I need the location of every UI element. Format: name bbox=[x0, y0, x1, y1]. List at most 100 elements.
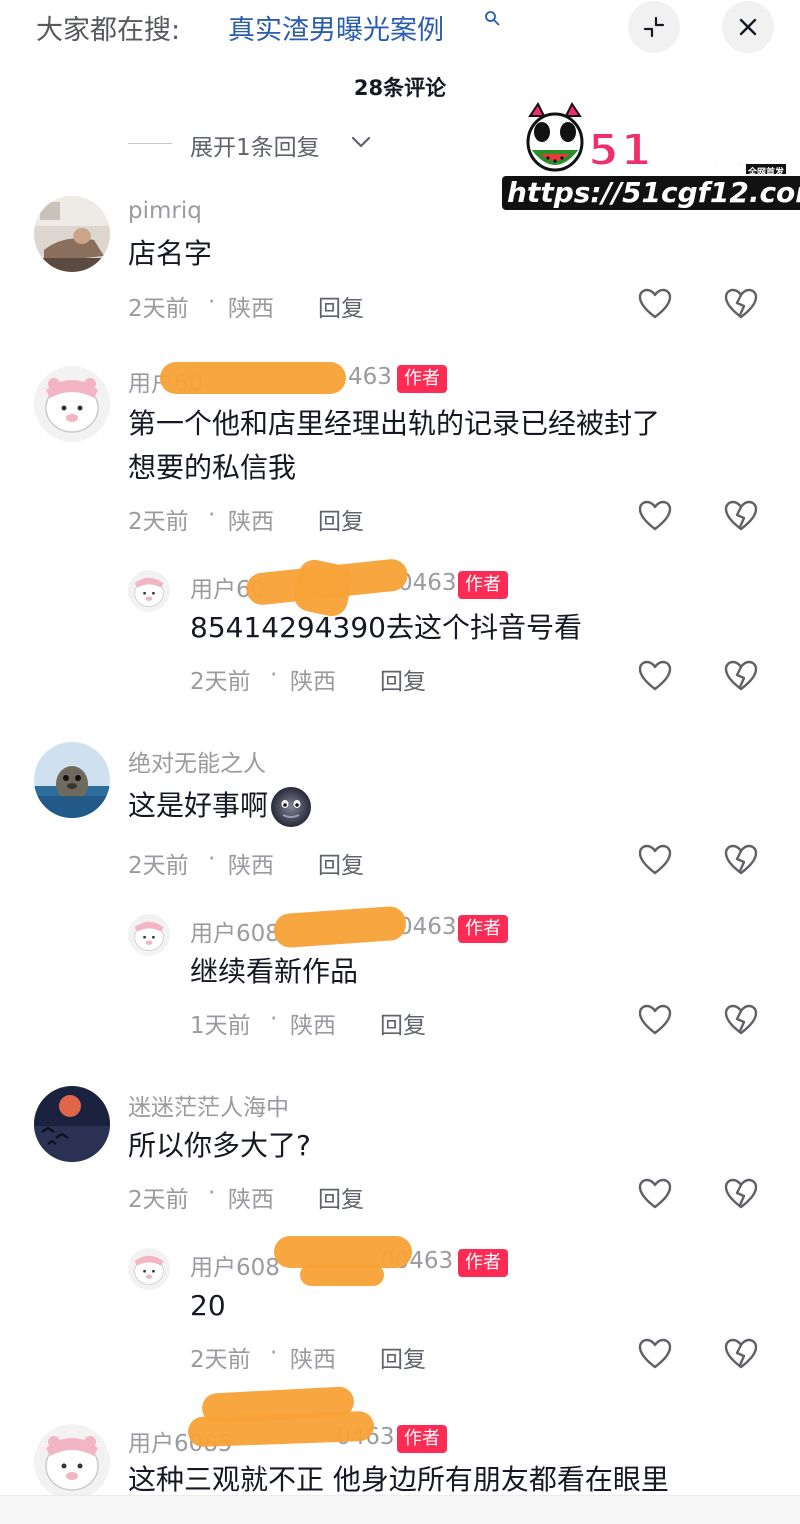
comment-author[interactable]: pimriq bbox=[128, 198, 202, 224]
reply-time: 1天前 bbox=[190, 1013, 251, 1039]
comment-text: 所以你多大了? bbox=[128, 1129, 311, 1162]
comment-text-content: 这是好事啊 bbox=[128, 789, 269, 822]
reply-location: 陕西 bbox=[290, 669, 336, 695]
divider bbox=[128, 143, 172, 144]
moon-avatar-icon bbox=[34, 1086, 110, 1162]
watermark: 51吃瓜 全网首发 https://51cgf12.com bbox=[498, 100, 800, 212]
comment-location: 陕西 bbox=[228, 1187, 274, 1213]
avatar[interactable] bbox=[34, 366, 110, 442]
broken-heart-icon[interactable] bbox=[724, 660, 758, 692]
meta-dot: · bbox=[208, 846, 216, 872]
heart-icon[interactable] bbox=[638, 1178, 672, 1210]
comment-time: 2天前 bbox=[128, 1187, 189, 1213]
reply-text: 20 bbox=[190, 1289, 226, 1322]
author-badge: 作者 bbox=[458, 1249, 508, 1277]
expand-replies-label: 展开1条回复 bbox=[190, 135, 320, 161]
reply-button[interactable]: 回复 bbox=[318, 502, 364, 536]
collapse-button[interactable] bbox=[628, 1, 680, 53]
comment-text-line2: 想要的私信我 bbox=[128, 451, 297, 484]
avatar[interactable] bbox=[34, 1424, 110, 1500]
redaction-mark bbox=[160, 362, 346, 394]
reply-time: 2天前 bbox=[190, 669, 251, 695]
heart-icon[interactable] bbox=[638, 288, 672, 320]
sweat-smile-emoji-icon bbox=[271, 787, 312, 827]
pig-avatar-icon bbox=[34, 366, 110, 442]
author-badge: 作者 bbox=[458, 915, 508, 943]
pig-avatar-icon bbox=[128, 570, 170, 612]
avatar-photo-icon bbox=[34, 196, 110, 272]
reply-button[interactable]: 回复 bbox=[380, 662, 426, 696]
reply-author-prefix[interactable]: 用户608 bbox=[190, 1248, 280, 1282]
heart-icon[interactable] bbox=[638, 660, 672, 692]
comment-location: 陕西 bbox=[228, 296, 274, 322]
redaction-mark bbox=[272, 905, 408, 949]
reply-button[interactable]: 回复 bbox=[380, 1006, 426, 1040]
avatar[interactable] bbox=[34, 1086, 110, 1162]
avatar[interactable] bbox=[128, 914, 170, 956]
comment-author[interactable]: 迷迷茫茫人海中 bbox=[128, 1088, 289, 1122]
close-button[interactable] bbox=[722, 1, 774, 53]
heart-icon[interactable] bbox=[638, 1338, 672, 1370]
comment-location: 陕西 bbox=[228, 853, 274, 879]
heart-icon[interactable] bbox=[638, 844, 672, 876]
comment-author-suffix[interactable]: 463 bbox=[348, 364, 392, 390]
avatar[interactable] bbox=[34, 196, 110, 272]
comment-text: 店名字 bbox=[128, 237, 213, 270]
watermark-brand: 51吃瓜 bbox=[587, 124, 746, 177]
comment-time: 2天前 bbox=[128, 853, 189, 879]
meta-dot: · bbox=[270, 1006, 278, 1032]
meta-dot: · bbox=[208, 1180, 216, 1206]
pig-avatar-icon bbox=[128, 914, 170, 956]
broken-heart-icon[interactable] bbox=[724, 500, 758, 532]
reply-location: 陕西 bbox=[290, 1013, 336, 1039]
heart-icon[interactable] bbox=[638, 500, 672, 532]
close-icon bbox=[739, 18, 757, 36]
top-bar: 大家都在搜: 真实渣男曝光案例 bbox=[0, 0, 800, 56]
author-badge: 作者 bbox=[397, 1425, 447, 1453]
pig-avatar-icon bbox=[34, 1424, 110, 1500]
comment-time: 2天前 bbox=[128, 296, 189, 322]
reply-author-prefix[interactable]: 用户608 bbox=[190, 914, 280, 948]
search-prefix-label: 大家都在搜: bbox=[36, 15, 181, 46]
comment-text: 这是好事啊 bbox=[128, 784, 312, 828]
reply-button[interactable]: 回复 bbox=[318, 846, 364, 880]
reply-time: 2天前 bbox=[190, 1347, 251, 1373]
reply-button[interactable]: 回复 bbox=[318, 289, 364, 323]
reply-button[interactable]: 回复 bbox=[318, 1180, 364, 1214]
trending-search-link[interactable]: 真实渣男曝光案例 bbox=[228, 8, 444, 47]
avatar[interactable] bbox=[128, 1248, 170, 1290]
cow-mascot-icon bbox=[526, 102, 584, 172]
reply-button[interactable]: 回复 bbox=[380, 1340, 426, 1374]
watermark-url: https://51cgf12.com bbox=[500, 174, 800, 212]
reply-author-suffix[interactable]: 0463 bbox=[398, 914, 457, 940]
chevron-down-icon bbox=[351, 136, 371, 148]
broken-heart-icon[interactable] bbox=[724, 1004, 758, 1036]
meta-dot: · bbox=[270, 1340, 278, 1366]
meta-dot: · bbox=[208, 289, 216, 315]
broken-heart-icon[interactable] bbox=[724, 1338, 758, 1370]
reply-text: 85414294390去这个抖音号看 bbox=[190, 611, 582, 644]
collapse-icon bbox=[643, 16, 665, 38]
meta-dot: · bbox=[208, 502, 216, 528]
comment-author[interactable]: 绝对无能之人 bbox=[128, 744, 266, 778]
broken-heart-icon[interactable] bbox=[724, 1178, 758, 1210]
broken-heart-icon[interactable] bbox=[724, 844, 758, 876]
author-badge: 作者 bbox=[397, 365, 447, 393]
seal-avatar-icon bbox=[34, 742, 110, 818]
comment-time: 2天前 bbox=[128, 509, 189, 535]
comment-location: 陕西 bbox=[228, 509, 274, 535]
broken-heart-icon[interactable] bbox=[724, 288, 758, 320]
pig-avatar-icon bbox=[128, 1248, 170, 1290]
comment-input-bar[interactable] bbox=[0, 1495, 800, 1524]
reply-text: 继续看新作品 bbox=[190, 955, 359, 988]
comment-text-line1: 第一个他和店里经理出轨的记录已经被封了 bbox=[128, 407, 661, 440]
meta-dot: · bbox=[270, 662, 278, 688]
author-badge: 作者 bbox=[458, 571, 508, 599]
search-icon[interactable] bbox=[484, 10, 500, 26]
avatar[interactable] bbox=[128, 570, 170, 612]
heart-icon[interactable] bbox=[638, 1004, 672, 1036]
comment-count-title: 28条评论 bbox=[353, 76, 447, 100]
avatar[interactable] bbox=[34, 742, 110, 818]
reply-location: 陕西 bbox=[290, 1347, 336, 1373]
redaction-mark bbox=[300, 1264, 384, 1286]
